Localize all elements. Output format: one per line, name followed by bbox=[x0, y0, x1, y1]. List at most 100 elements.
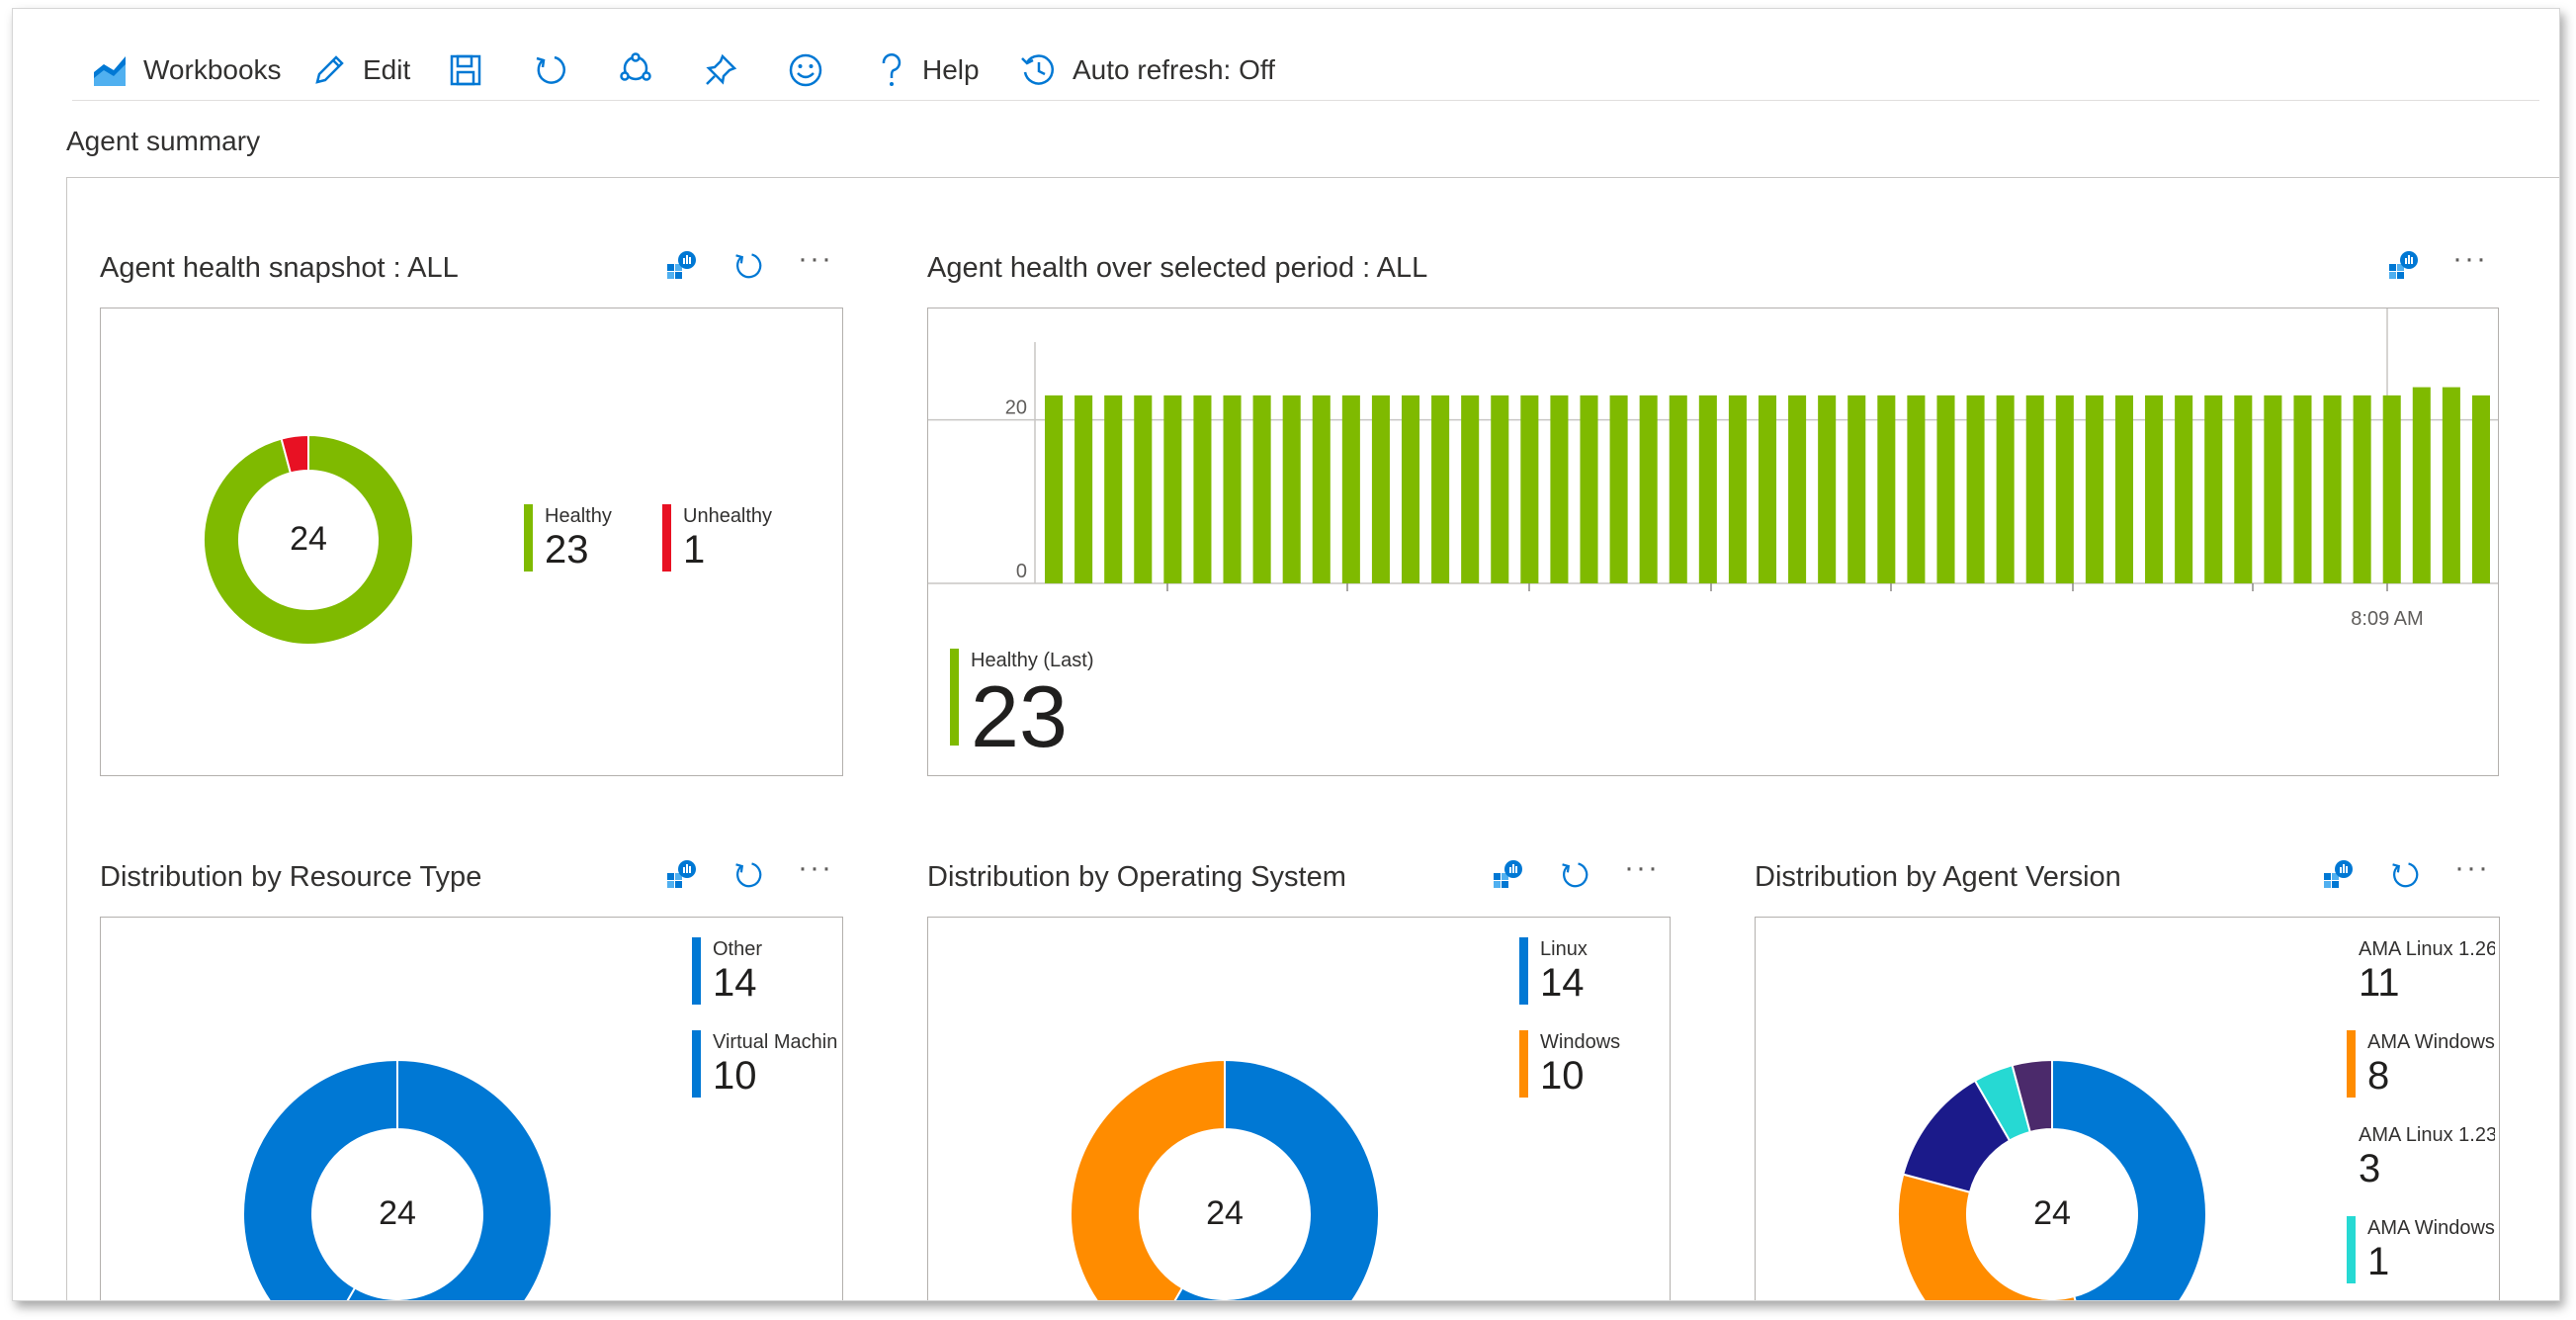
resource-type-total: 24 bbox=[379, 1194, 416, 1232]
refresh-button[interactable] bbox=[533, 44, 568, 96]
bar[interactable] bbox=[1431, 395, 1450, 583]
bar[interactable] bbox=[1461, 395, 1480, 583]
bar[interactable] bbox=[1788, 395, 1807, 583]
bar[interactable] bbox=[1252, 395, 1271, 583]
legend-value: 14 bbox=[1540, 961, 1585, 1005]
donut-slice[interactable] bbox=[2051, 1058, 2207, 1301]
pin-button[interactable] bbox=[703, 44, 738, 96]
open-log-analytics-icon[interactable] bbox=[665, 859, 697, 891]
bar[interactable] bbox=[1074, 395, 1093, 583]
refresh-icon[interactable] bbox=[732, 250, 764, 282]
more-options-icon[interactable]: ··· bbox=[798, 852, 831, 884]
bar[interactable] bbox=[1401, 395, 1420, 583]
workbooks-button[interactable]: Workbooks bbox=[92, 44, 282, 96]
toolbar-divider bbox=[72, 100, 2539, 101]
bar[interactable] bbox=[1193, 395, 1212, 583]
y-tick-label: 0 bbox=[1016, 561, 1027, 582]
bar[interactable] bbox=[2114, 395, 2134, 583]
bar[interactable] bbox=[1996, 395, 2015, 583]
bar[interactable] bbox=[1312, 395, 1331, 583]
bar[interactable] bbox=[2264, 395, 2282, 583]
bar[interactable] bbox=[1877, 395, 1896, 583]
bar[interactable] bbox=[2055, 395, 2074, 583]
bar[interactable] bbox=[1639, 395, 1658, 583]
bar[interactable] bbox=[1580, 395, 1598, 583]
legend-swatch bbox=[1519, 937, 1528, 1005]
donut-slice[interactable] bbox=[1070, 1058, 1226, 1301]
open-log-analytics-icon[interactable] bbox=[665, 250, 697, 282]
donut-slice[interactable] bbox=[242, 1058, 398, 1301]
bar[interactable] bbox=[1520, 395, 1539, 583]
bar[interactable] bbox=[1847, 395, 1866, 583]
donut-slice[interactable] bbox=[1897, 1173, 2092, 1301]
pencil-icon bbox=[311, 52, 347, 88]
bar[interactable] bbox=[1104, 395, 1123, 583]
bar[interactable] bbox=[2353, 395, 2371, 583]
over-period-title: Agent health over selected period : ALL bbox=[927, 252, 1428, 284]
bar[interactable] bbox=[1698, 395, 1717, 583]
edit-label: Edit bbox=[363, 54, 411, 85]
more-options-icon[interactable]: ··· bbox=[2452, 243, 2486, 275]
bar[interactable] bbox=[1758, 395, 1777, 583]
bar[interactable] bbox=[2025, 395, 2044, 583]
bar[interactable] bbox=[1966, 395, 1985, 583]
feedback-button[interactable] bbox=[788, 44, 823, 96]
toolbar: Workbooks Edit Help Auto refresh: Off bbox=[13, 9, 2559, 118]
bar[interactable] bbox=[1609, 395, 1628, 583]
auto-refresh-button[interactable]: Auto refresh: Off bbox=[1019, 44, 1275, 96]
legend-value: 3 bbox=[2359, 1147, 2381, 1190]
bar[interactable] bbox=[2085, 395, 2104, 583]
refresh-icon[interactable] bbox=[732, 859, 764, 891]
bar[interactable] bbox=[1282, 395, 1301, 583]
more-options-icon[interactable]: ··· bbox=[2454, 852, 2488, 884]
bar[interactable] bbox=[2145, 395, 2164, 583]
edit-button[interactable]: Edit bbox=[311, 44, 410, 96]
more-options-icon[interactable]: ··· bbox=[798, 243, 831, 275]
bar[interactable] bbox=[2412, 387, 2431, 583]
bar[interactable] bbox=[2175, 395, 2193, 583]
question-icon bbox=[877, 52, 906, 88]
bar[interactable] bbox=[1491, 395, 1509, 583]
bar[interactable] bbox=[2204, 395, 2223, 583]
workbooks-icon bbox=[92, 52, 128, 88]
os-actions: ··· bbox=[1492, 853, 1658, 891]
legend-label: AMA Windows bbox=[2367, 1031, 2495, 1053]
bar[interactable] bbox=[1907, 395, 1926, 583]
legend-ama-linux-123: AMA Linux 1.23 3 bbox=[2347, 1123, 2495, 1190]
bar[interactable] bbox=[1163, 395, 1182, 583]
legend-label: AMA Linux 1.26 bbox=[2359, 938, 2495, 960]
legend-ama-windows-a: AMA Windows 8 bbox=[2347, 1030, 2495, 1098]
bar[interactable] bbox=[1669, 395, 1687, 583]
refresh-icon[interactable] bbox=[1559, 859, 1590, 891]
refresh-icon[interactable] bbox=[2389, 859, 2421, 891]
bar[interactable] bbox=[1045, 395, 1064, 583]
bar[interactable] bbox=[1818, 395, 1837, 583]
help-button[interactable]: Help bbox=[877, 44, 980, 96]
bar[interactable] bbox=[2442, 387, 2460, 583]
bar[interactable] bbox=[1134, 395, 1153, 583]
more-options-icon[interactable]: ··· bbox=[1624, 852, 1658, 884]
legend-label: Virtual Machin bbox=[713, 1031, 838, 1053]
bar[interactable] bbox=[2382, 395, 2401, 583]
bar[interactable] bbox=[1371, 395, 1390, 583]
bar[interactable] bbox=[1223, 395, 1242, 583]
share-button[interactable] bbox=[618, 44, 653, 96]
bar[interactable] bbox=[2323, 395, 2342, 583]
bar[interactable] bbox=[1341, 395, 1360, 583]
bar[interactable] bbox=[2234, 395, 2253, 583]
bar[interactable] bbox=[1936, 395, 1955, 583]
open-log-analytics-icon[interactable] bbox=[1492, 859, 1523, 891]
agent-version-donut bbox=[1897, 1058, 2207, 1301]
bar[interactable] bbox=[2471, 395, 2490, 583]
open-log-analytics-icon[interactable] bbox=[2387, 250, 2419, 282]
bar[interactable] bbox=[2293, 395, 2312, 583]
help-label: Help bbox=[922, 54, 980, 85]
open-log-analytics-icon[interactable] bbox=[2322, 859, 2354, 891]
legend-label: Linux bbox=[1540, 938, 1588, 960]
legend-healthy: Healthy 23 bbox=[524, 504, 612, 572]
agent-version-tile: 24 AMA Linux 1.26 11 AMA Windows 8 AMA Lin… bbox=[1755, 917, 2500, 1301]
legend-label: AMA Linux 1.23 bbox=[2359, 1124, 2495, 1146]
bar[interactable] bbox=[1728, 395, 1747, 583]
save-button[interactable] bbox=[448, 44, 483, 96]
bar[interactable] bbox=[1550, 395, 1569, 583]
